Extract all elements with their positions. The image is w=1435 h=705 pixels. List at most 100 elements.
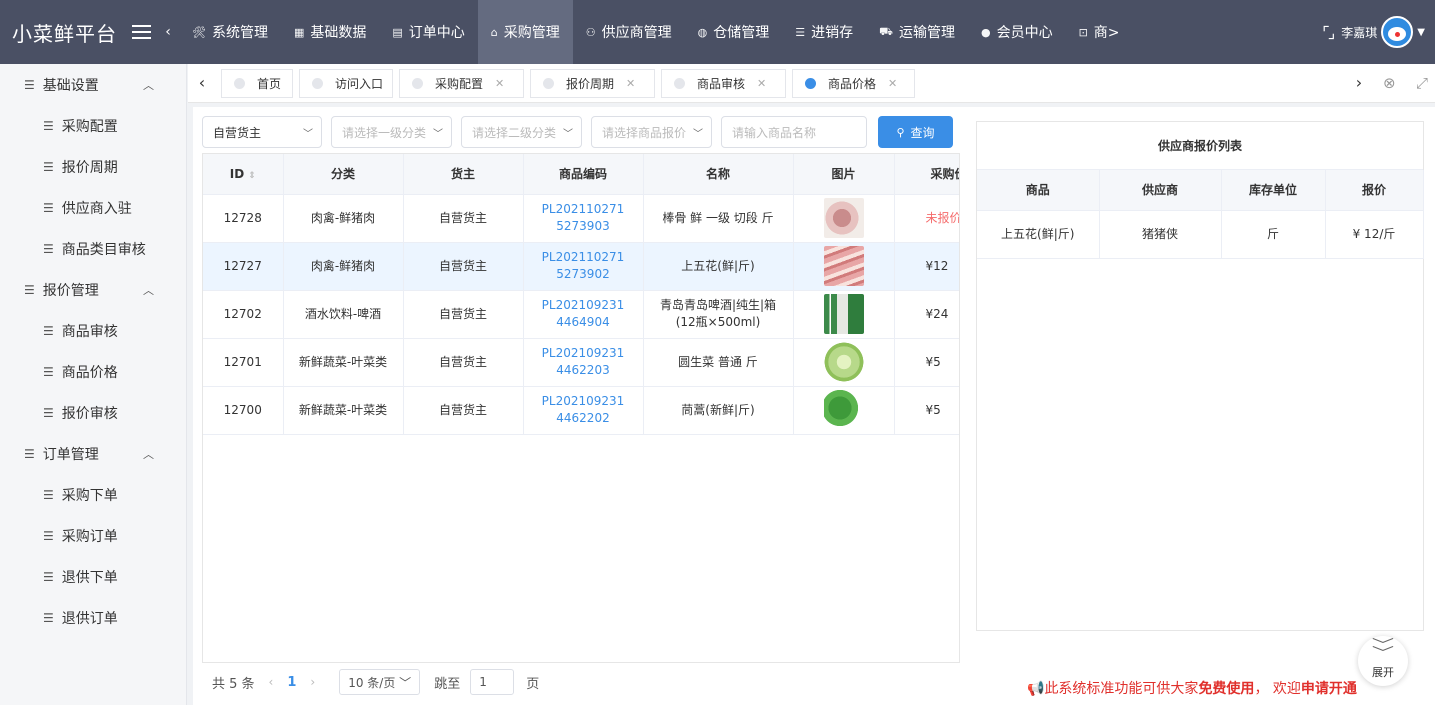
cell-category: 肉禽-鲜猪肉 xyxy=(283,242,404,291)
nav-item[interactable]: ▤ 订单中心 xyxy=(379,0,477,64)
nav-item[interactable]: ☰ 进销存 xyxy=(782,0,866,64)
cell-image xyxy=(793,338,895,387)
owner-select[interactable]: 自营货主 ﹀ xyxy=(202,116,322,148)
prev-page-icon[interactable]: ‹ xyxy=(269,675,274,689)
tab[interactable]: 商品审核 ✕ xyxy=(661,69,786,98)
nav-item[interactable]: ⛟ 运输管理 xyxy=(866,0,968,64)
sidebar-item[interactable]: ☰ 商品价格 xyxy=(0,351,186,392)
user-name[interactable]: 李嘉琪 xyxy=(1341,24,1377,41)
cell-product-code[interactable]: PL2021092314464904 xyxy=(523,290,644,339)
quote-column-header: 报价 xyxy=(1325,170,1424,211)
tab[interactable]: 报价周期 ✕ xyxy=(530,69,655,98)
sidebar-item[interactable]: ☰ 供应商入驻 xyxy=(0,187,186,228)
sidebar-group-label: 报价管理 xyxy=(42,282,99,299)
page-size-select[interactable]: 10 条/页 ﹀ xyxy=(339,669,421,695)
promo-notice[interactable]: 📢此系统标准功能可供大家免费使用， 欢迎申请开通 xyxy=(1027,678,1357,698)
sidebar-group[interactable]: ☰ 订单管理 ︿ xyxy=(0,433,186,474)
tab-label: 采购配置 xyxy=(435,77,484,91)
user-menu-caret-icon[interactable]: ▼ xyxy=(1417,27,1425,38)
nav-icon: ⛟ xyxy=(879,24,893,38)
product-thumbnail[interactable] xyxy=(823,342,864,382)
nav-icon: ⚇ xyxy=(585,25,596,39)
nav-item[interactable]: ● 会员中心 xyxy=(968,0,1066,64)
product-thumbnail[interactable] xyxy=(823,294,864,334)
avatar[interactable] xyxy=(1381,16,1414,48)
close-icon[interactable]: ✕ xyxy=(495,77,504,90)
table-row[interactable]: 12700 新鲜蔬菜-叶菜类 自营货主 PL2021092314462202 茼蒿(新鲜… xyxy=(203,386,959,435)
nav-item[interactable]: ◍ 仓储管理 xyxy=(685,0,783,64)
table-row[interactable]: 12728 肉禽-鲜猪肉 自营货主 PL2021102715273903 棒骨 鲜 一级… xyxy=(203,194,959,243)
category2-select[interactable]: 请选择二级分类 ﹀ xyxy=(461,116,582,148)
tab[interactable]: 访问入口 xyxy=(299,69,393,98)
close-all-tabs-icon[interactable]: ⊗ xyxy=(1383,74,1396,92)
list-icon: ☰ xyxy=(43,487,54,502)
quote-cell-product: 上五花(鲜|斤) xyxy=(977,210,1100,259)
tabs-scroll-right-icon[interactable]: › xyxy=(1347,72,1371,96)
table-row[interactable]: 12727 肉禽-鲜猪肉 自营货主 PL2021102715273902 上五花(鲜|斤… xyxy=(203,242,959,291)
column-header[interactable]: ID ⇕ xyxy=(203,154,284,195)
expand-button[interactable]: ﹀ ﹀ 展开 xyxy=(1358,636,1408,686)
product-thumbnail[interactable] xyxy=(823,390,864,430)
quote-cell-supplier: 猪猪侠 xyxy=(1099,210,1222,259)
nav-item[interactable]: ▦ 基础数据 xyxy=(281,0,379,64)
fullscreen-icon[interactable]: ⌜⌟ xyxy=(1322,23,1335,42)
nav-item[interactable]: 🛠 系统管理 xyxy=(179,0,281,64)
next-page-icon[interactable]: › xyxy=(310,675,315,689)
sidebar-item[interactable]: ☰ 报价审核 xyxy=(0,392,186,433)
product-thumbnail[interactable] xyxy=(823,198,864,238)
sidebar-item[interactable]: ☰ 退供下单 xyxy=(0,556,186,597)
notice-bold-free: 免费使用 xyxy=(1198,681,1255,697)
category1-select[interactable]: 请选择一级分类 ﹀ xyxy=(331,116,452,148)
sidebar-item[interactable]: ☰ 采购订单 xyxy=(0,515,186,556)
expand-icon[interactable]: ⤢ xyxy=(1416,74,1428,92)
product-thumbnail[interactable] xyxy=(823,246,864,286)
sort-icon[interactable]: ⇕ xyxy=(248,171,256,181)
sidebar-group[interactable]: ☰ 报价管理 ︿ xyxy=(0,269,186,310)
nav-item[interactable]: ⊡ 商> xyxy=(1066,0,1133,64)
sidebar-group[interactable]: ☰ 基础设置 ︿ xyxy=(0,64,186,105)
menu-toggle-icon[interactable] xyxy=(115,25,151,39)
tab-label: 访问入口 xyxy=(335,77,384,91)
close-icon[interactable]: ✕ xyxy=(626,77,635,90)
sidebar-item-label: 退供订单 xyxy=(61,610,118,627)
sidebar-item[interactable]: ☰ 采购下单 xyxy=(0,474,186,515)
main-content: 自营货主 ﹀ 请选择一级分类 ﹀ 请选择二级分类 ﹀ 请选择商品报价 ﹀ 请输入… xyxy=(193,107,1435,705)
chevron-down-icon: ﹀ xyxy=(303,129,313,140)
sidebar-item[interactable]: ☰ 报价周期 xyxy=(0,146,186,187)
cell-product-code[interactable]: PL2021092314462202 xyxy=(523,386,644,435)
column-header: 货主 xyxy=(403,154,524,195)
quote-cell-price: ¥ 12/斤 xyxy=(1325,210,1424,259)
sidebar-item[interactable]: ☰ 商品类目审核 xyxy=(0,228,186,269)
table-row[interactable]: 12701 新鲜蔬菜-叶菜类 自营货主 PL2021092314462203 圆生菜 普… xyxy=(203,338,959,387)
sidebar-item[interactable]: ☰ 退供订单 xyxy=(0,597,186,638)
nav-item[interactable]: ⌂ 采购管理 xyxy=(477,0,573,64)
tabs-scroll-left-icon[interactable]: ‹ xyxy=(190,72,214,96)
sidebar-item[interactable]: ☰ 商品审核 xyxy=(0,310,186,351)
goto-page-input[interactable]: 1 xyxy=(470,669,515,695)
close-icon[interactable]: ✕ xyxy=(888,77,897,90)
cell-product-code[interactable]: PL2021102715273902 xyxy=(523,242,644,291)
search-button[interactable]: ⚲ 查询 xyxy=(878,116,953,148)
table-row[interactable]: 12702 酒水饮料-啤酒 自营货主 PL2021092314464904 青岛青岛啤酒… xyxy=(203,290,959,339)
cell-purchase-price: ¥12 xyxy=(894,242,959,291)
product-name-input[interactable]: 请输入商品名称 xyxy=(721,116,867,148)
cell-owner: 自营货主 xyxy=(403,386,524,435)
cell-product-code[interactable]: PL2021102715273903 xyxy=(523,194,644,243)
sidebar-item[interactable]: ☰ 采购配置 xyxy=(0,105,186,146)
page-number-current[interactable]: 1 xyxy=(287,675,296,690)
nav-icon: ⊡ xyxy=(1078,25,1088,39)
cell-product-code[interactable]: PL2021092314462203 xyxy=(523,338,644,387)
category1-placeholder: 请选择一级分类 xyxy=(342,125,427,140)
brand-logo[interactable]: 小菜鲜平台 xyxy=(0,18,116,47)
tab[interactable]: 首页 xyxy=(221,69,293,98)
quote-select[interactable]: 请选择商品报价 ﹀ xyxy=(591,116,712,148)
tab[interactable]: 采购配置 ✕ xyxy=(399,69,524,98)
close-icon[interactable]: ✕ xyxy=(757,77,766,90)
nav-item-label: 系统管理 xyxy=(211,25,268,41)
tab[interactable]: 商品价格 ✕ xyxy=(792,69,915,98)
nav-item[interactable]: ⚇ 供应商管理 xyxy=(573,0,685,64)
cell-owner: 自营货主 xyxy=(403,338,524,387)
nav-scroll-left-icon[interactable]: ‹ xyxy=(157,24,179,40)
list-icon: ☰ xyxy=(43,241,54,256)
quote-row[interactable]: 上五花(鲜|斤) 猪猪侠斤 ¥ 12/斤 xyxy=(977,210,1424,259)
